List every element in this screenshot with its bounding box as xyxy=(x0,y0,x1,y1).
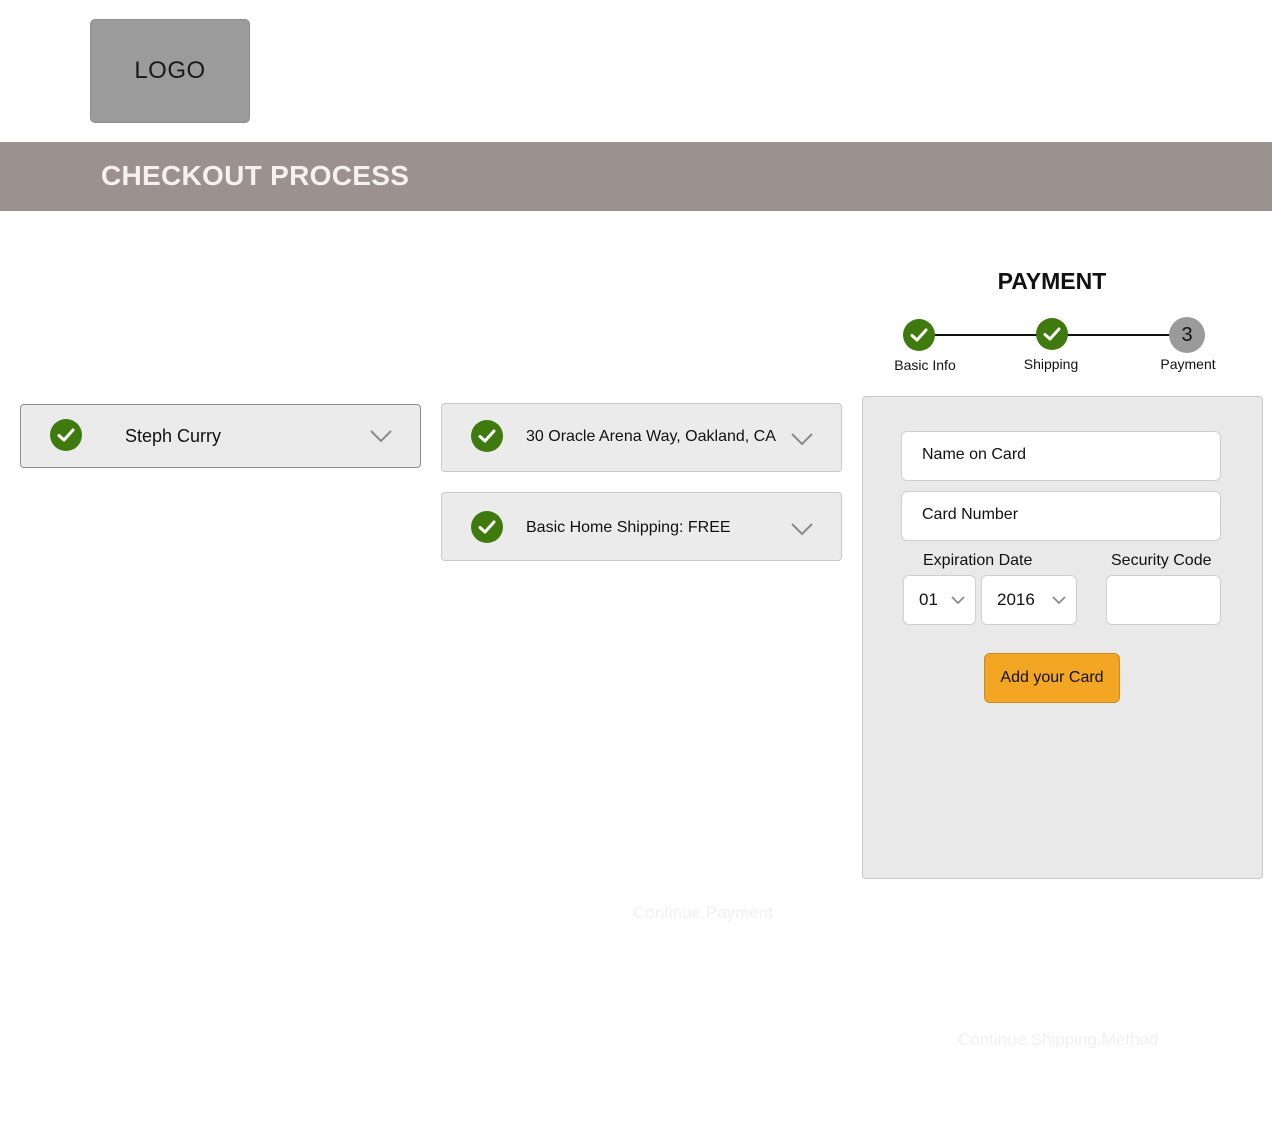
progress-line-1 xyxy=(920,334,1052,336)
chevron-down-icon[interactable] xyxy=(791,432,813,446)
check-icon xyxy=(910,328,928,342)
step-label-basic-info: Basic Info xyxy=(894,357,956,373)
step-basic-info xyxy=(903,319,935,351)
check-icon xyxy=(50,419,82,451)
step-number: 3 xyxy=(1181,323,1193,346)
continue-payment-link[interactable]: Continue.Payment xyxy=(633,903,773,923)
check-icon xyxy=(471,511,503,543)
step-shipping xyxy=(1036,318,1068,350)
name-on-card-field[interactable]: Name on Card xyxy=(901,431,1221,481)
step-label-payment: Payment xyxy=(1160,356,1216,372)
chevron-down-icon[interactable] xyxy=(791,522,813,536)
progress-line-2 xyxy=(1052,334,1188,336)
security-code-input[interactable] xyxy=(1106,575,1221,625)
accordion-label: 30 Oracle Arena Way, Oakland, CA xyxy=(526,428,776,445)
card-number-field[interactable]: Card Number xyxy=(901,491,1221,541)
logo[interactable]: LOGO xyxy=(90,19,250,123)
accordion-label: Basic Home Shipping: FREE xyxy=(526,519,731,536)
expiration-date-label: Expiration Date xyxy=(923,552,1033,569)
accordion-basic-info[interactable]: Steph Curry xyxy=(20,404,421,468)
continue-shipping-method-link[interactable]: Continue.Shipping.Method xyxy=(958,1030,1158,1050)
payment-panel: Name on Card Card Number Expiration Date… xyxy=(862,396,1263,879)
chevron-down-icon xyxy=(951,596,965,605)
check-icon xyxy=(471,420,503,452)
add-card-button[interactable]: Add your Card xyxy=(984,653,1120,703)
exp-year-select[interactable]: 2016 xyxy=(981,575,1077,625)
chevron-down-icon xyxy=(1052,596,1066,605)
exp-year-value: 2016 xyxy=(997,590,1035,609)
exp-month-select[interactable]: 01 xyxy=(903,575,976,625)
check-icon xyxy=(1043,327,1061,341)
exp-month-value: 01 xyxy=(919,590,938,609)
accordion-shipping-method[interactable]: Basic Home Shipping: FREE xyxy=(441,492,842,561)
step-label-shipping: Shipping xyxy=(1023,356,1079,372)
accordion-label: Steph Curry xyxy=(125,426,222,446)
chevron-down-icon[interactable] xyxy=(370,429,392,443)
page-title: CHECKOUT PROCESS xyxy=(101,160,410,191)
step-payment: 3 xyxy=(1169,317,1205,353)
accordion-address[interactable]: 30 Oracle Arena Way, Oakland, CA xyxy=(441,403,842,472)
logo-text: LOGO xyxy=(134,57,206,84)
step-title: PAYMENT xyxy=(997,268,1107,294)
security-code-label: Security Code xyxy=(1111,552,1212,569)
